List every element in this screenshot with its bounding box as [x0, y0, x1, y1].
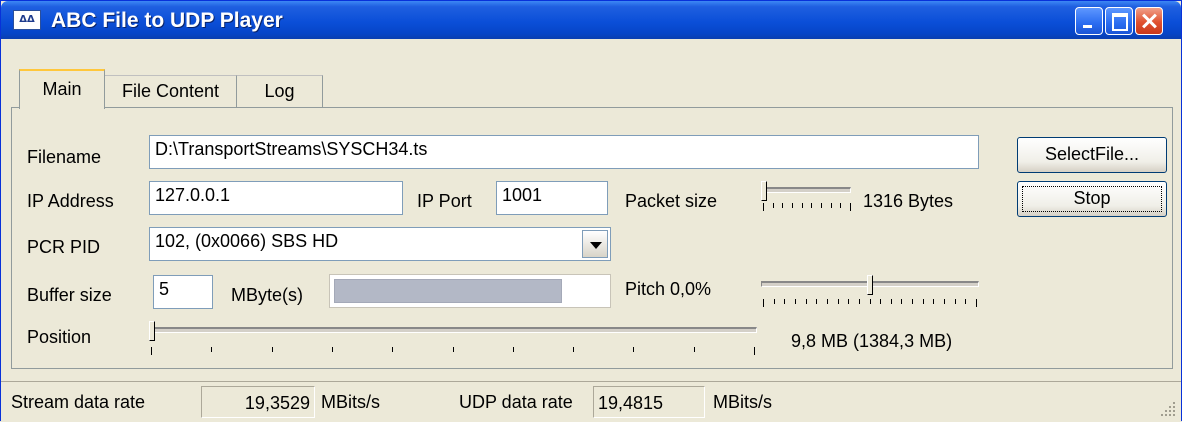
filename-field[interactable]: D:\TransportStreams\SYSCH34.ts: [149, 135, 979, 169]
tab-file-content[interactable]: File Content: [105, 75, 237, 107]
buffer-unit-label: MByte(s): [231, 285, 303, 305]
slider-tick: [933, 299, 934, 304]
slider-tick: [453, 347, 454, 352]
slider-tick: [880, 299, 881, 304]
slider-tick: [901, 299, 902, 304]
slider-tick: [633, 347, 634, 352]
slider-tick: [392, 347, 393, 352]
tab-log[interactable]: Log: [237, 75, 323, 107]
slider-tick: [784, 299, 785, 304]
position-label: Position: [27, 327, 92, 347]
buffer-progress-bar: [329, 274, 611, 308]
buffer-size-label: Buffer size: [27, 285, 112, 305]
packet-size-slider[interactable]: [761, 181, 855, 215]
slider-tick: [773, 203, 774, 208]
slider-tick: [859, 299, 860, 304]
pcr-pid-dropdown[interactable]: 102, (0x0066) SBS HD: [149, 227, 611, 261]
slider-tick: [792, 203, 793, 208]
slider-tick: [795, 299, 796, 304]
pitch-slider[interactable]: [761, 275, 981, 309]
slider-tick: [782, 203, 783, 208]
udp-rate-unit: MBits/s: [713, 392, 773, 412]
slider-tick: [838, 299, 839, 304]
slider-tick: [694, 347, 695, 352]
slider-tick: [965, 299, 966, 304]
title-bar[interactable]: ΔΔ ABC File to UDP Player: [1, 1, 1181, 39]
pcr-pid-selected-value: 102, (0x0066) SBS HD: [155, 231, 339, 251]
slider-tick: [151, 347, 152, 355]
pitch-slider-thumb[interactable]: [867, 275, 873, 295]
app-window: ΔΔ ABC File to UDP Player Main File Cont…: [0, 0, 1182, 422]
position-ticks: [151, 347, 755, 355]
resize-grip-icon[interactable]: [1159, 400, 1177, 418]
slider-tick: [848, 299, 849, 304]
slider-tick: [870, 299, 871, 304]
position-value: 9,8 MB (1384,3 MB): [791, 331, 953, 351]
minimize-button[interactable]: [1075, 7, 1103, 35]
slider-tick: [754, 347, 755, 355]
slider-tick: [811, 203, 812, 208]
app-logo-icon: ΔΔ: [13, 10, 41, 30]
slider-tick: [840, 203, 841, 208]
slider-tick: [774, 299, 775, 304]
status-bar: Stream data rate 19,3529 MBits/s UDP dat…: [1, 381, 1181, 422]
slider-tick: [944, 299, 945, 304]
tab-main[interactable]: Main: [19, 69, 105, 109]
slider-tick: [827, 299, 828, 304]
maximize-button[interactable]: [1105, 7, 1133, 35]
slider-tick: [912, 299, 913, 304]
slider-tick: [211, 347, 212, 352]
slider-tick: [850, 203, 851, 211]
pitch-label: Pitch 0,0%: [625, 279, 712, 299]
position-slider-track: [149, 327, 757, 333]
stream-rate-label: Stream data rate: [11, 392, 146, 412]
packet-size-slider-thumb[interactable]: [761, 181, 767, 201]
stop-button-label: Stop: [1022, 186, 1162, 212]
slider-tick: [806, 299, 807, 304]
slider-tick: [763, 203, 764, 211]
stop-button[interactable]: Stop: [1017, 181, 1167, 217]
slider-tick: [802, 203, 803, 208]
chevron-down-icon[interactable]: [582, 230, 608, 258]
ip-address-field[interactable]: 127.0.0.1: [149, 181, 403, 215]
window-title: ABC File to UDP Player: [51, 9, 283, 32]
stream-rate-unit: MBits/s: [321, 392, 381, 412]
buffer-size-field[interactable]: 5: [153, 275, 213, 309]
stream-rate-value: 19,3529: [201, 386, 315, 418]
slider-tick: [816, 299, 817, 304]
position-slider-thumb[interactable]: [149, 321, 155, 341]
slider-tick: [763, 299, 764, 307]
packet-size-value: 1316 Bytes: [863, 191, 954, 211]
pitch-ticks: [763, 299, 977, 307]
select-file-button[interactable]: SelectFile...: [1017, 137, 1167, 173]
buffer-progress-fill: [334, 279, 562, 303]
ip-port-field[interactable]: 1001: [496, 181, 608, 215]
pcr-pid-label: PCR PID: [27, 237, 101, 257]
slider-tick: [891, 299, 892, 304]
udp-rate-label: UDP data rate: [459, 392, 573, 412]
slider-tick: [272, 347, 273, 352]
packet-size-slider-track: [761, 187, 851, 193]
slider-tick: [332, 347, 333, 352]
slider-tick: [513, 347, 514, 352]
slider-tick: [831, 203, 832, 208]
ip-address-label: IP Address: [27, 191, 114, 211]
slider-tick: [923, 299, 924, 304]
slider-tick: [821, 203, 822, 208]
ip-port-label: IP Port: [417, 191, 472, 211]
udp-rate-value: 19,4815: [593, 386, 705, 418]
filename-label: Filename: [27, 147, 102, 167]
slider-tick: [573, 347, 574, 352]
position-slider[interactable]: [149, 321, 759, 361]
packet-size-ticks: [763, 203, 851, 211]
slider-tick: [976, 299, 977, 307]
close-button[interactable]: [1135, 7, 1163, 35]
slider-tick: [955, 299, 956, 304]
packet-size-label: Packet size: [625, 191, 718, 211]
